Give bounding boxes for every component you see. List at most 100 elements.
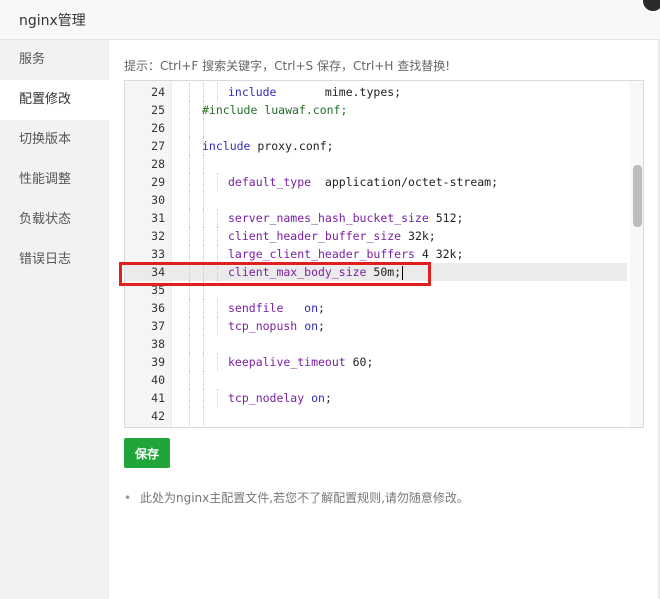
indent-guide (203, 389, 204, 407)
indent-guide (189, 389, 190, 407)
line-code[interactable]: tcp_nopush on; (228, 317, 325, 335)
line-code[interactable]: sendfile on; (228, 299, 325, 317)
indent-guide (203, 317, 204, 335)
indent-guide (203, 119, 204, 137)
indent-guide (203, 281, 204, 299)
code-line[interactable]: 41 tcp_nodelay on; (125, 389, 627, 407)
line-code[interactable]: server_names_hash_bucket_size 512; (228, 209, 463, 227)
code-line[interactable]: 35 (125, 281, 627, 299)
code-token: 60; (345, 355, 374, 369)
line-code[interactable]: include mime.types; (228, 83, 401, 101)
line-code[interactable]: large_client_header_buffers 4 32k; (228, 245, 463, 263)
sidebar-item-service[interactable]: 服务 (0, 40, 109, 80)
code-line[interactable]: 27 include proxy.conf; (125, 137, 627, 155)
code-token: on (304, 301, 319, 315)
line-number: 39 (151, 355, 165, 369)
code-line[interactable]: 24 include mime.types; (125, 83, 627, 101)
code-line[interactable]: 30 (125, 191, 627, 209)
code-token: mime.types; (276, 85, 402, 99)
indent-guide (203, 371, 204, 389)
save-button[interactable]: 保存 (124, 438, 170, 468)
code-line[interactable]: 36 sendfile on; (125, 299, 627, 317)
code-token: on (311, 391, 325, 405)
indent-guide (189, 155, 190, 173)
code-line[interactable]: 28 (125, 155, 627, 173)
code-token: sendfile (228, 301, 284, 315)
line-code[interactable]: default_type application/octet-stream; (228, 173, 498, 191)
code-token: 4 32k; (414, 247, 464, 261)
code-token: ; (318, 319, 325, 333)
code-line[interactable]: 25 #include luawaf.conf; (125, 101, 627, 119)
code-line[interactable]: 38 (125, 335, 627, 353)
sidebar-item-config-edit[interactable]: 配置修改 (0, 80, 109, 120)
line-number: 33 (151, 247, 165, 261)
line-code[interactable]: client_max_body_size 50m; (228, 263, 404, 281)
sidebar-item-performance[interactable]: 性能调整 (0, 160, 109, 200)
code-line[interactable]: 34 client_max_body_size 50m; (125, 263, 627, 281)
indent-guide (217, 209, 218, 227)
line-code[interactable]: include proxy.conf; (202, 137, 334, 155)
indent-guide (203, 299, 204, 317)
indent-guide (189, 317, 190, 335)
line-number: 36 (151, 301, 165, 315)
dialog-titlebar: nginx管理 (0, 0, 660, 40)
scrollbar-thumb[interactable] (633, 165, 642, 227)
code-line[interactable]: 37 tcp_nopush on; (125, 317, 627, 335)
indent-guide (189, 119, 190, 137)
line-number: 32 (151, 229, 165, 243)
code-token: application/octet-stream; (311, 175, 499, 189)
indent-guide (203, 155, 204, 173)
indent-guide (203, 209, 204, 227)
line-code[interactable]: #include luawaf.conf; (202, 101, 347, 119)
indent-guide (203, 83, 204, 101)
line-number: 26 (151, 121, 165, 135)
line-number: 25 (151, 103, 165, 117)
code-line[interactable]: 39 keepalive_timeout 60; (125, 353, 627, 371)
code-line[interactable]: 31 server_names_hash_bucket_size 512; (125, 209, 627, 227)
indent-guide (217, 389, 218, 407)
line-code[interactable]: keepalive_timeout 60; (228, 353, 373, 371)
code-line[interactable]: 40 (125, 371, 627, 389)
line-code[interactable]: client_header_buffer_size 32k; (228, 227, 436, 245)
code-token: 50m; (366, 265, 402, 279)
config-note: • 此处为nginx主配置文件,若您不了解配置规则,请勿随意修改。 (124, 489, 469, 506)
editor-scrollbar[interactable] (630, 81, 643, 427)
indent-guide (189, 83, 190, 101)
code-line[interactable]: 32 client_header_buffer_size 32k; (125, 227, 627, 245)
indent-guide (203, 227, 204, 245)
indent-guide (217, 317, 218, 335)
code-token: 512; (428, 211, 464, 225)
sidebar-item-error-log[interactable]: 错误日志 (0, 240, 109, 280)
code-token: ; (324, 391, 332, 405)
code-line[interactable]: 42 (125, 407, 627, 425)
code-line[interactable]: 26 (125, 119, 627, 137)
code-token: #include luawaf.conf; (202, 103, 348, 117)
main-panel: 提示：Ctrl+F 搜索关键字，Ctrl+S 保存，Ctrl+H 查找替换! 2… (109, 40, 660, 599)
line-number: 28 (151, 157, 165, 171)
indent-guide (189, 191, 190, 209)
indent-guide (217, 173, 218, 191)
line-number: 35 (151, 283, 165, 297)
code-line[interactable]: 33 large_client_header_buffers 4 32k; (125, 245, 627, 263)
code-line[interactable]: 29 default_type application/octet-stream; (125, 173, 627, 191)
code-token: large_client_header_buffers (228, 247, 415, 261)
indent-guide (217, 263, 218, 281)
indent-guide (189, 281, 190, 299)
code-token: client_header_buffer_size (228, 229, 402, 243)
indent-guide (217, 299, 218, 317)
line-number: 38 (151, 337, 165, 351)
config-note-text: 此处为nginx主配置文件,若您不了解配置规则,请勿随意修改。 (140, 491, 469, 505)
indent-guide (203, 335, 204, 353)
sidebar-item-switch-version[interactable]: 切换版本 (0, 120, 109, 160)
sidebar-item-load-status[interactable]: 负载状态 (0, 200, 109, 240)
line-code[interactable]: tcp_nodelay on; (228, 389, 332, 407)
code-editor[interactable]: 24 include mime.types; 25 #include luawaf.c… (124, 80, 644, 428)
shortcut-tip: 提示：Ctrl+F 搜索关键字，Ctrl+S 保存，Ctrl+H 查找替换! (124, 59, 451, 73)
indent-guide (203, 245, 204, 263)
code-token: client_max_body_size (228, 265, 367, 279)
indent-guide (189, 209, 190, 227)
indent-guide (189, 299, 190, 317)
indent-guide (189, 137, 190, 155)
line-number: 34 (151, 265, 165, 279)
indent-guide (203, 263, 204, 281)
